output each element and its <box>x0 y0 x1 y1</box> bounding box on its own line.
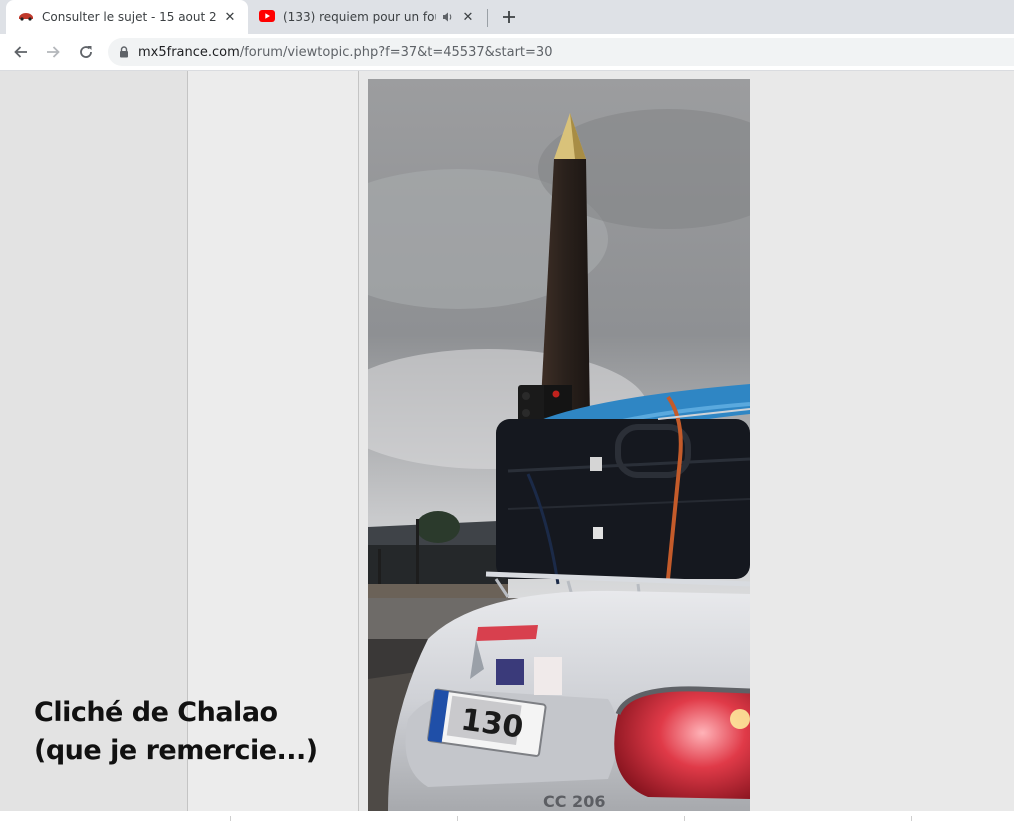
tab-separator <box>487 9 488 27</box>
tab-strip: Consulter le sujet - 15 aout 2020 ✕ (133… <box>0 0 1014 34</box>
tab-youtube[interactable]: (133) requiem pour un fou - ✕ <box>250 0 484 34</box>
speaker-icon[interactable] <box>442 11 454 23</box>
youtube-favicon <box>259 9 275 25</box>
close-tab-icon[interactable]: ✕ <box>222 9 238 25</box>
post-caption: Cliché de Chalao (que je remercie...) <box>34 697 318 766</box>
url-text: mx5france.com/forum/viewtopic.php?f=37&t… <box>138 45 552 60</box>
lock-icon[interactable] <box>119 46 129 58</box>
tab-forum[interactable]: Consulter le sujet - 15 aout 2020 ✕ <box>6 0 248 34</box>
tab-title: Consulter le sujet - 15 aout 2020 <box>42 10 216 24</box>
back-icon[interactable] <box>9 40 33 64</box>
url-path: /forum/viewtopic.php?f=37&t=45537&start=… <box>239 44 553 60</box>
post-photo[interactable]: 130 CC 206 <box>368 79 750 811</box>
forum-page: 130 CC 206 Cliché de Chalao (que je reme… <box>0 71 1014 811</box>
column-tick <box>230 816 231 821</box>
new-tab-icon[interactable] <box>499 7 519 27</box>
forward-icon[interactable] <box>41 40 65 64</box>
close-tab-icon[interactable]: ✕ <box>460 9 476 25</box>
address-bar[interactable]: mx5france.com/forum/viewtopic.php?f=37&t… <box>108 38 1014 66</box>
column-tick <box>911 816 912 821</box>
reload-icon[interactable] <box>74 40 98 64</box>
page-footer-strip <box>0 811 1014 821</box>
column-tick <box>684 816 685 821</box>
svg-text:CC 206: CC 206 <box>543 792 605 811</box>
url-host: mx5france.com <box>138 44 240 60</box>
browser-toolbar: mx5france.com/forum/viewtopic.php?f=37&t… <box>0 34 1014 71</box>
column-tick <box>457 816 458 821</box>
mx5france-favicon <box>18 10 34 24</box>
tab-title: (133) requiem pour un fou - <box>283 10 436 24</box>
